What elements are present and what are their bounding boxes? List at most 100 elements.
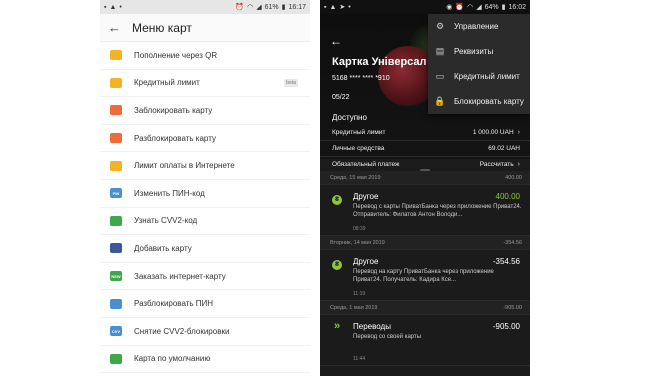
status-bar: ▪ ▲ • ⏰ ◠ ◢ 61% ▮ 16:17 bbox=[100, 0, 310, 14]
chevron-right-icon: › bbox=[517, 161, 520, 168]
battery-level: 61% bbox=[264, 3, 279, 11]
dropdown-item-credit-limit[interactable]: ▭ Кредитный лимит bbox=[428, 64, 530, 89]
back-arrow-icon[interactable]: ← bbox=[108, 20, 130, 35]
credit-limit-row[interactable]: Кредитный лимит 1 000.00 UAH › bbox=[320, 125, 530, 141]
menu-item-label: Пополнение через QR bbox=[134, 50, 218, 60]
unlock-pin-icon bbox=[110, 298, 122, 309]
image-icon: ▪ bbox=[104, 3, 107, 11]
lock-card-icon bbox=[110, 105, 122, 116]
qr-icon bbox=[110, 50, 122, 61]
card-menu-list: Пополнение через QR Кредитный лимит beta За… bbox=[100, 42, 310, 374]
menu-item[interactable]: CVV Снятие CVV2-блокировки bbox=[100, 318, 310, 346]
cvv-unlock-icon: CVV bbox=[110, 326, 122, 337]
beta-badge: beta bbox=[284, 78, 298, 87]
day-header: Среда, 15 мая 2019 400.00 bbox=[320, 171, 530, 185]
eye-icon bbox=[110, 215, 122, 226]
transaction-time: 08:39 bbox=[353, 226, 366, 232]
new-card-icon: NEW bbox=[110, 271, 122, 282]
transaction-name: Другое bbox=[353, 192, 379, 201]
menu-item-label: Узнать CVV2-код bbox=[134, 216, 198, 226]
day-header: Вторник, 14 мая 2019 -354.56 bbox=[320, 236, 530, 250]
dropdown-item-details[interactable]: ▤ Реквизиты bbox=[428, 39, 530, 64]
transaction-name: Другое bbox=[353, 257, 379, 266]
day-date: Среда, 1 мая 2019 bbox=[330, 304, 378, 311]
alert-icon: ▲ bbox=[109, 3, 117, 11]
menu-item[interactable]: PIN Изменить ПИН-код bbox=[100, 180, 310, 208]
more-icon: • bbox=[119, 3, 122, 11]
card-actions-dropdown: ⚙ Управление ▤ Реквизиты ▭ Кредитный лим… bbox=[428, 14, 530, 114]
transaction-item[interactable]: ₴ Другое 400.00 Перевод с карты ПриватБа… bbox=[320, 185, 530, 236]
day-total: -905.00 bbox=[503, 304, 522, 311]
transaction-amount: 400.00 bbox=[495, 192, 520, 201]
row-label: Обязательный платеж bbox=[332, 161, 400, 168]
transaction-history: Среда, 15 мая 2019 400.00 ₴ Другое 400.0… bbox=[320, 168, 530, 376]
menu-item[interactable]: Карта по умолчанию bbox=[100, 346, 310, 374]
transaction-item[interactable]: ₴ Другое -354.56 Перевод на карту Приват… bbox=[320, 250, 530, 301]
default-card-icon bbox=[110, 353, 122, 364]
add-card-icon bbox=[110, 243, 122, 254]
menu-item[interactable]: Разблокировать карту bbox=[100, 125, 310, 153]
privat-coin-icon: ₴ bbox=[332, 260, 342, 270]
back-arrow-icon[interactable]: ← bbox=[330, 34, 342, 48]
menu-item-label: Карта по умолчанию bbox=[134, 354, 211, 364]
clock: 16:17 bbox=[288, 3, 306, 11]
page-title: Меню карт bbox=[132, 20, 192, 35]
menu-item-label: Кредитный лимит bbox=[134, 78, 200, 88]
transaction-item[interactable]: » Переводы -905.00 Перевод со своей карт… bbox=[320, 315, 530, 366]
row-value: 69.02 UAH bbox=[488, 145, 520, 152]
menu-item[interactable]: NEW Заказать интернет-карту bbox=[100, 263, 310, 291]
transaction-amount: -354.56 bbox=[492, 257, 520, 266]
own-funds-row: Личные средства 69.02 UAH bbox=[320, 141, 530, 157]
dropdown-item-manage[interactable]: ⚙ Управление bbox=[428, 14, 530, 39]
gear-icon: ⚙ bbox=[435, 21, 445, 31]
transaction-description: Перевод на карту ПриватБанка через прило… bbox=[353, 269, 494, 283]
transaction-description: Перевод с карты ПриватБанка через прилож… bbox=[353, 204, 522, 218]
screenshot-canvas: ▪ ▲ • ⏰ ◠ ◢ 61% ▮ 16:17 ← Меню карт Попо… bbox=[0, 0, 650, 376]
day-header: Среда, 1 мая 2019 -905.00 bbox=[320, 301, 530, 315]
menu-item-label: Разблокировать карту bbox=[134, 133, 216, 143]
menu-item-label: Добавить карту bbox=[134, 243, 192, 253]
credit-limit-icon bbox=[110, 77, 122, 88]
messenger-icon: ◉ bbox=[446, 3, 453, 11]
menu-item[interactable]: Кредитный лимит beta bbox=[100, 70, 310, 98]
day-total: -354.56 bbox=[503, 239, 522, 246]
dropdown-item-label: Управление bbox=[454, 22, 499, 31]
internet-limit-icon bbox=[110, 160, 122, 171]
chevron-right-icon: › bbox=[517, 129, 520, 136]
battery-icon: ▮ bbox=[501, 3, 506, 11]
card-expiry: 05/22 bbox=[332, 94, 350, 101]
image-icon: ▪ bbox=[324, 3, 327, 11]
dropdown-item-block-card[interactable]: 🔒 Блокировать карту bbox=[428, 89, 530, 114]
alarm-icon: ⏰ bbox=[455, 3, 465, 11]
menu-item-label: Лимит оплаты в Интернете bbox=[134, 161, 235, 171]
menu-item[interactable]: Разблокировать ПИН bbox=[100, 290, 310, 318]
menu-item[interactable]: Лимит оплаты в Интернете bbox=[100, 152, 310, 180]
signal-icon: ◢ bbox=[256, 3, 262, 11]
menu-item-label: Разблокировать ПИН bbox=[134, 299, 214, 309]
menu-item-label: Снятие CVV2-блокировки bbox=[134, 326, 230, 336]
dropdown-item-label: Реквизиты bbox=[454, 47, 494, 56]
calculate-link[interactable]: Рассчитать bbox=[480, 161, 514, 168]
pin-icon: PIN bbox=[110, 188, 122, 199]
status-bar-system: ◉ ⏰ ◠ ◢ 64% ▮ 16:02 bbox=[446, 4, 526, 11]
menu-item[interactable]: Узнать CVV2-код bbox=[100, 208, 310, 236]
wifi-icon: ◠ bbox=[247, 3, 254, 11]
privat-coin-icon: ₴ bbox=[332, 195, 342, 205]
more-icon: • bbox=[348, 3, 351, 11]
day-date: Вторник, 14 мая 2019 bbox=[330, 239, 385, 246]
menu-item[interactable]: Заблокировать карту bbox=[100, 97, 310, 125]
menu-item[interactable]: Пополнение через QR bbox=[100, 42, 310, 70]
menu-item-label: Изменить ПИН-код bbox=[134, 188, 205, 198]
document-icon: ▤ bbox=[435, 46, 445, 56]
menu-item-label: Заблокировать карту bbox=[134, 105, 213, 115]
card-number: 5168 **** **** *910 bbox=[332, 75, 390, 82]
dropdown-item-label: Кредитный лимит bbox=[454, 72, 520, 81]
send-icon: ➤ bbox=[339, 3, 346, 11]
status-bar-notifications: ▪ ▲ ➤ • bbox=[324, 4, 351, 11]
dropdown-item-label: Блокировать карту bbox=[454, 97, 524, 106]
card-info-rows: Кредитный лимит 1 000.00 UAH › Личные сре… bbox=[320, 125, 530, 173]
row-label: Личные средства bbox=[332, 145, 385, 152]
menu-item[interactable]: Добавить карту bbox=[100, 235, 310, 263]
available-label: Доступно bbox=[332, 113, 367, 122]
transaction-time: 11:19 bbox=[353, 291, 366, 297]
